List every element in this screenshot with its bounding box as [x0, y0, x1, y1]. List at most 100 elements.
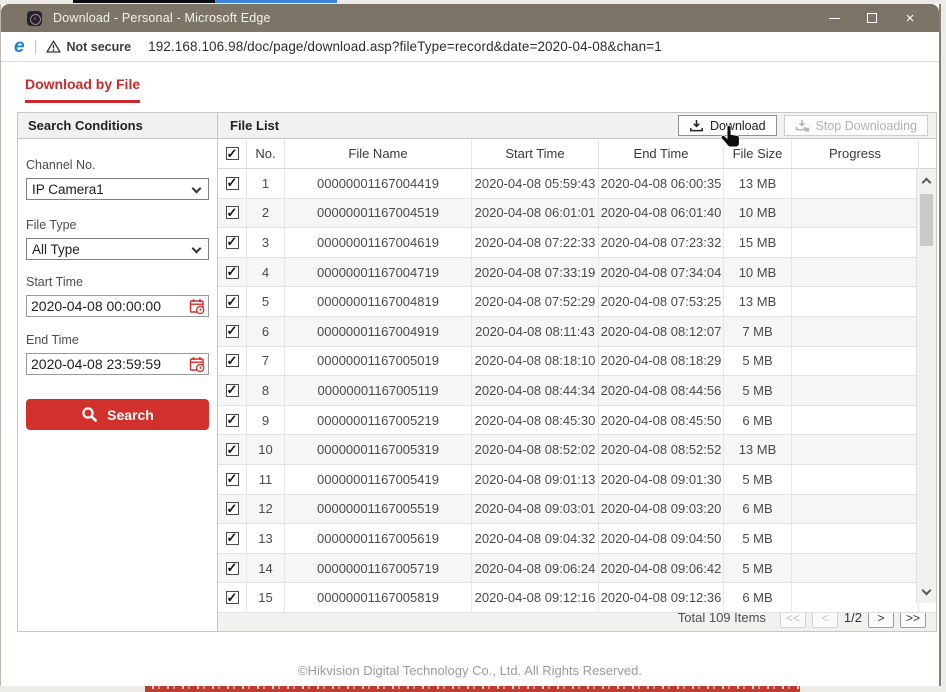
- cell-file-size: 6 MB: [724, 406, 792, 435]
- cell-progress: [792, 435, 919, 464]
- background-window-fragment: [73, 0, 215, 3]
- row-checkbox[interactable]: ✓: [218, 406, 247, 435]
- row-checkbox[interactable]: ✓: [218, 317, 247, 346]
- url-field[interactable]: 192.168.106.98/doc/page/download.asp?fil…: [148, 39, 662, 54]
- search-button[interactable]: Search: [26, 399, 209, 430]
- cell-end-time: 2020-04-08 07:23:32: [599, 228, 724, 257]
- scroll-down-button[interactable]: [917, 583, 936, 601]
- copyright-text: ©Hikvision Digital Technology Co., Ltd. …: [1, 663, 939, 678]
- cell-start-time: 2020-04-08 08:18:10: [472, 347, 599, 376]
- stop-downloading-button[interactable]: Stop Downloading: [784, 115, 928, 136]
- row-checkbox[interactable]: ✓: [218, 228, 247, 257]
- vertical-scrollbar[interactable]: [916, 169, 936, 603]
- edge-logo-icon: e: [14, 37, 25, 56]
- download-button[interactable]: Download: [678, 115, 777, 136]
- scrollbar-thumb[interactable]: [920, 194, 933, 246]
- cell-progress: [792, 583, 919, 612]
- cell-file-size: 6 MB: [724, 495, 792, 524]
- col-progress: Progress: [792, 139, 919, 168]
- row-checkbox[interactable]: ✓: [218, 495, 247, 524]
- row-checkbox[interactable]: ✓: [218, 554, 247, 583]
- cell-end-time: 2020-04-08 08:52:52: [599, 435, 724, 464]
- file-type-select[interactable]: All Type: [26, 238, 209, 260]
- cell-progress: [792, 465, 919, 494]
- stop-download-icon: [795, 119, 810, 133]
- table-row: ✓12000000011670055192020-04-08 09:03:012…: [218, 495, 936, 525]
- calendar-icon[interactable]: [189, 356, 205, 373]
- start-time-label: Start Time: [26, 275, 209, 289]
- cell-file-name: 00000001167005419: [285, 465, 472, 494]
- col-file-size: File Size: [724, 139, 792, 168]
- table-row: ✓10000000011670053192020-04-08 08:52:022…: [218, 435, 936, 465]
- checkbox-checked-icon: ✓: [226, 562, 239, 575]
- checkbox-checked-icon: ✓: [226, 266, 239, 279]
- not-secure-label[interactable]: Not secure: [66, 40, 131, 54]
- col-no: No.: [247, 139, 285, 168]
- close-button[interactable]: ×: [891, 5, 929, 31]
- minimize-icon: [829, 18, 840, 19]
- checkbox-checked-icon: ✓: [226, 591, 239, 604]
- row-checkbox[interactable]: ✓: [218, 347, 247, 376]
- table-row: ✓15000000011670058192020-04-08 09:12:162…: [218, 583, 936, 613]
- maximize-button[interactable]: [853, 5, 891, 31]
- row-checkbox[interactable]: ✓: [218, 287, 247, 316]
- cell-file-size: 5 MB: [724, 524, 792, 553]
- checkbox-checked-icon: ✓: [226, 502, 239, 515]
- row-checkbox[interactable]: ✓: [218, 169, 247, 198]
- channel-select[interactable]: IP Camera1: [26, 178, 209, 200]
- col-end-time: End Time: [599, 139, 724, 168]
- row-checkbox[interactable]: ✓: [218, 199, 247, 228]
- cell-file-name: 00000001167004519: [285, 199, 472, 228]
- search-conditions-panel: Channel No. IP Camera1 File Type All Typ…: [18, 139, 218, 631]
- minimize-button[interactable]: [815, 5, 853, 31]
- checkbox-checked-icon: ✓: [226, 532, 239, 545]
- cell-file-name: 00000001167005619: [285, 524, 472, 553]
- cell-no: 2: [247, 199, 285, 228]
- cell-progress: [792, 317, 919, 346]
- cell-start-time: 2020-04-08 08:45:30: [472, 406, 599, 435]
- cell-progress: [792, 228, 919, 257]
- col-spacer: [919, 139, 936, 168]
- cell-file-size: 10 MB: [724, 258, 792, 287]
- file-type-label: File Type: [26, 218, 209, 232]
- main-panel: Search Conditions File List Download: [17, 112, 937, 632]
- chevron-down-icon: [192, 244, 202, 254]
- cell-start-time: 2020-04-08 08:52:02: [472, 435, 599, 464]
- scroll-up-button[interactable]: [917, 171, 936, 189]
- cell-progress: [792, 258, 919, 287]
- col-start-time: Start Time: [472, 139, 599, 168]
- cell-no: 7: [247, 347, 285, 376]
- cell-start-time: 2020-04-08 09:01:13: [472, 465, 599, 494]
- row-checkbox[interactable]: ✓: [218, 524, 247, 553]
- cell-no: 14: [247, 554, 285, 583]
- cell-end-time: 2020-04-08 09:01:30: [599, 465, 724, 494]
- end-time-input[interactable]: 2020-04-08 23:59:59: [26, 353, 209, 375]
- cell-end-time: 2020-04-08 06:00:35: [599, 169, 724, 198]
- cell-file-size: 5 MB: [724, 465, 792, 494]
- table-header-row: ✓ No. File Name Start Time End Time File…: [218, 139, 936, 169]
- table-row: ✓1000000011670044192020-04-08 05:59:4320…: [218, 169, 936, 199]
- maximize-icon: [867, 13, 877, 23]
- address-bar: e | Not secure 192.168.106.98/doc/page/d…: [1, 32, 939, 62]
- table-row: ✓4000000011670047192020-04-08 07:33:1920…: [218, 258, 936, 288]
- select-all-checkbox[interactable]: ✓: [218, 139, 247, 168]
- cell-file-name: 00000001167004919: [285, 317, 472, 346]
- row-checkbox[interactable]: ✓: [218, 435, 247, 464]
- row-checkbox[interactable]: ✓: [218, 465, 247, 494]
- row-checkbox[interactable]: ✓: [218, 258, 247, 287]
- calendar-icon[interactable]: [189, 298, 205, 315]
- table-row: ✓13000000011670056192020-04-08 09:04:322…: [218, 524, 936, 554]
- start-time-input[interactable]: 2020-04-08 00:00:00: [26, 295, 209, 317]
- page-content: Download by File Search Conditions File …: [1, 62, 939, 685]
- cell-file-size: 13 MB: [724, 287, 792, 316]
- table-row: ✓11000000011670054192020-04-08 09:01:132…: [218, 465, 936, 495]
- tab-download-by-file[interactable]: Download by File: [25, 76, 140, 103]
- cell-progress: [792, 199, 919, 228]
- row-checkbox[interactable]: ✓: [218, 583, 247, 612]
- row-checkbox[interactable]: ✓: [218, 376, 247, 405]
- table-row: ✓2000000011670045192020-04-08 06:01:0120…: [218, 199, 936, 229]
- cell-end-time: 2020-04-08 07:53:25: [599, 287, 724, 316]
- checkbox-checked-icon: ✓: [226, 236, 239, 249]
- cell-no: 1: [247, 169, 285, 198]
- cell-start-time: 2020-04-08 09:04:32: [472, 524, 599, 553]
